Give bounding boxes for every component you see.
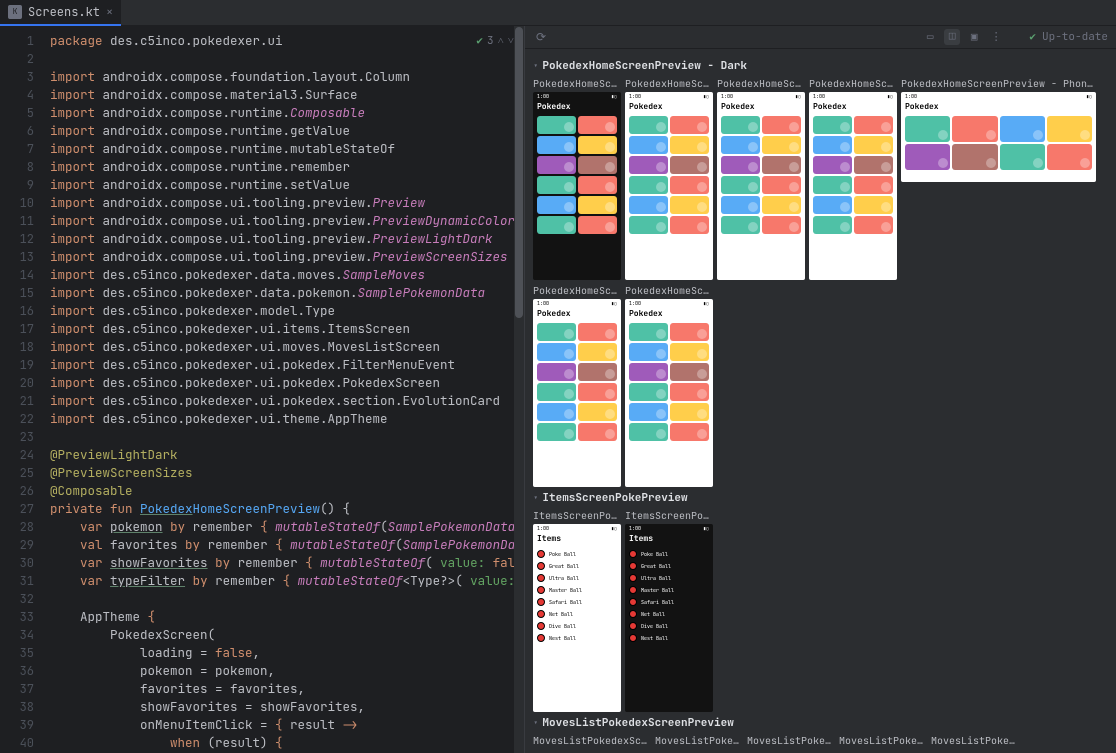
file-tab[interactable]: K Screens.kt × xyxy=(0,0,121,26)
preview-label: PokedexHomeScreenP... xyxy=(717,77,805,90)
editor-scrollbar[interactable] xyxy=(514,26,524,753)
chevron-down-icon: ▾ xyxy=(533,717,538,729)
preview-label: PokedexHomeScreenP... xyxy=(625,284,713,297)
preview-group-header[interactable]: ▾PokedexHomeScreenPreview - Dark xyxy=(533,59,1108,73)
preview-item[interactable]: ItemsScreenPokePrevi... 1:00▮▯ItemsPoke B… xyxy=(533,509,621,712)
close-icon[interactable]: × xyxy=(106,4,113,20)
preview-item[interactable]: PokedexHomeScreenP... 1:00▮▯Pokedex xyxy=(533,284,621,487)
inspection-count: 3 xyxy=(487,34,494,48)
inspection-widget[interactable]: ✔ 3 ˄ ˅ xyxy=(476,34,514,48)
design-view-icon[interactable]: ▣ xyxy=(966,29,982,45)
tab-bar: K Screens.kt × xyxy=(0,0,1116,26)
preview-label: ItemsScreenPokePrevi... xyxy=(533,509,621,522)
preview-label: MovesListPokedexScr... xyxy=(655,734,743,747)
preview-label: ItemsScreenPokePrevi... xyxy=(625,509,713,522)
code-view-icon[interactable]: ▭ xyxy=(922,29,938,45)
preview-label: PokedexHomeScreenP... xyxy=(625,77,713,90)
code-area[interactable]: package des.c5inco.pokedexer.uiimport an… xyxy=(42,26,524,753)
preview-thumbnail[interactable]: 1:00▮▯Pokedex xyxy=(533,92,621,280)
preview-label: PokedexHomeScreenP... xyxy=(809,77,897,90)
chevron-down-icon: ▾ xyxy=(533,60,538,72)
preview-label: PokedexHomeScreenP... xyxy=(533,284,621,297)
refresh-icon[interactable]: ⟳ xyxy=(533,29,549,45)
preview-thumbnail[interactable]: 1:00▮▯Pokedex xyxy=(901,92,1096,182)
preview-group-header[interactable]: ▾MovesListPokedexScreenPreview xyxy=(533,716,1108,730)
preview-toolbar: ⟳ ▭ ◫ ▣ ⋮ ✔ Up-to-date xyxy=(525,26,1116,49)
preview-item[interactable]: MovesListPokedexScr... xyxy=(839,734,927,749)
preview-item[interactable]: ItemsScreenPokePrevi... 1:00▮▯ItemsPoke B… xyxy=(625,509,713,712)
preview-item[interactable]: PokedexHomeScreenPreview - Phone - Lands… xyxy=(901,77,1096,280)
preview-thumbnail[interactable]: 1:00▮▯ItemsPoke BallGreat BallUltra Ball… xyxy=(625,524,713,712)
chevron-up-icon[interactable]: ˄ xyxy=(498,34,504,48)
preview-thumbnail[interactable]: 1:00▮▯Pokedex xyxy=(717,92,805,280)
preview-label: MovesListPokedexScr... xyxy=(747,734,835,747)
preview-thumbnail[interactable]: 1:00▮▯Pokedex xyxy=(625,92,713,280)
preview-label: PokedexHomeScreenPreview - Phone - Lands… xyxy=(901,77,1096,90)
scrollbar-thumb[interactable] xyxy=(515,27,523,318)
preview-label: MovesListPokedexScreenPrevi... xyxy=(533,734,651,747)
more-icon[interactable]: ⋮ xyxy=(988,29,1004,45)
preview-status: Up-to-date xyxy=(1042,30,1108,44)
preview-item[interactable]: PokedexHomeScreenP... 1:00▮▯Pokedex xyxy=(809,77,897,280)
preview-group-header[interactable]: ▾ItemsScreenPokePreview xyxy=(533,491,1108,505)
preview-item[interactable]: PokedexHomeScreenP... 1:00▮▯Pokedex xyxy=(625,77,713,280)
editor-pane[interactable]: 1234567891011121314151617181920212223242… xyxy=(0,26,524,753)
preview-thumbnail[interactable]: 1:00▮▯ItemsPoke BallGreat BallUltra Ball… xyxy=(533,524,621,712)
preview-content[interactable]: ▾PokedexHomeScreenPreview - Dark PokedexH… xyxy=(525,49,1116,753)
chevron-down-icon: ▾ xyxy=(533,492,538,504)
preview-item[interactable]: MovesListPokedexScreenPrevi... xyxy=(533,734,651,749)
preview-pane: ⟳ ▭ ◫ ▣ ⋮ ✔ Up-to-date ▾PokedexHomeScree… xyxy=(525,26,1116,753)
preview-label: PokedexHomeScreenP... xyxy=(533,77,621,90)
status-check-icon: ✔ xyxy=(1029,30,1036,44)
preview-label: MovesListPokedexScr... xyxy=(839,734,927,747)
preview-item[interactable]: PokedexHomeScreenP... 1:00▮▯Pokedex xyxy=(533,77,621,280)
tab-filename: Screens.kt xyxy=(28,4,100,20)
preview-thumbnail[interactable]: 1:00▮▯Pokedex xyxy=(533,299,621,487)
preview-thumbnail[interactable]: 1:00▮▯Pokedex xyxy=(809,92,897,280)
preview-thumbnail[interactable]: 1:00▮▯Pokedex xyxy=(625,299,713,487)
preview-item[interactable]: MovesListPokedexScr... xyxy=(931,734,1019,749)
preview-item[interactable]: PokedexHomeScreenP... 1:00▮▯Pokedex xyxy=(625,284,713,487)
preview-label: MovesListPokedexScr... xyxy=(931,734,1019,747)
preview-item[interactable]: PokedexHomeScreenP... 1:00▮▯Pokedex xyxy=(717,77,805,280)
kotlin-file-icon: K xyxy=(8,5,22,19)
line-gutter: 1234567891011121314151617181920212223242… xyxy=(0,26,42,753)
preview-item[interactable]: MovesListPokedexScr... xyxy=(747,734,835,749)
check-icon: ✔ xyxy=(476,34,483,48)
split-view-icon[interactable]: ◫ xyxy=(944,29,960,45)
preview-item[interactable]: MovesListPokedexScr... xyxy=(655,734,743,749)
